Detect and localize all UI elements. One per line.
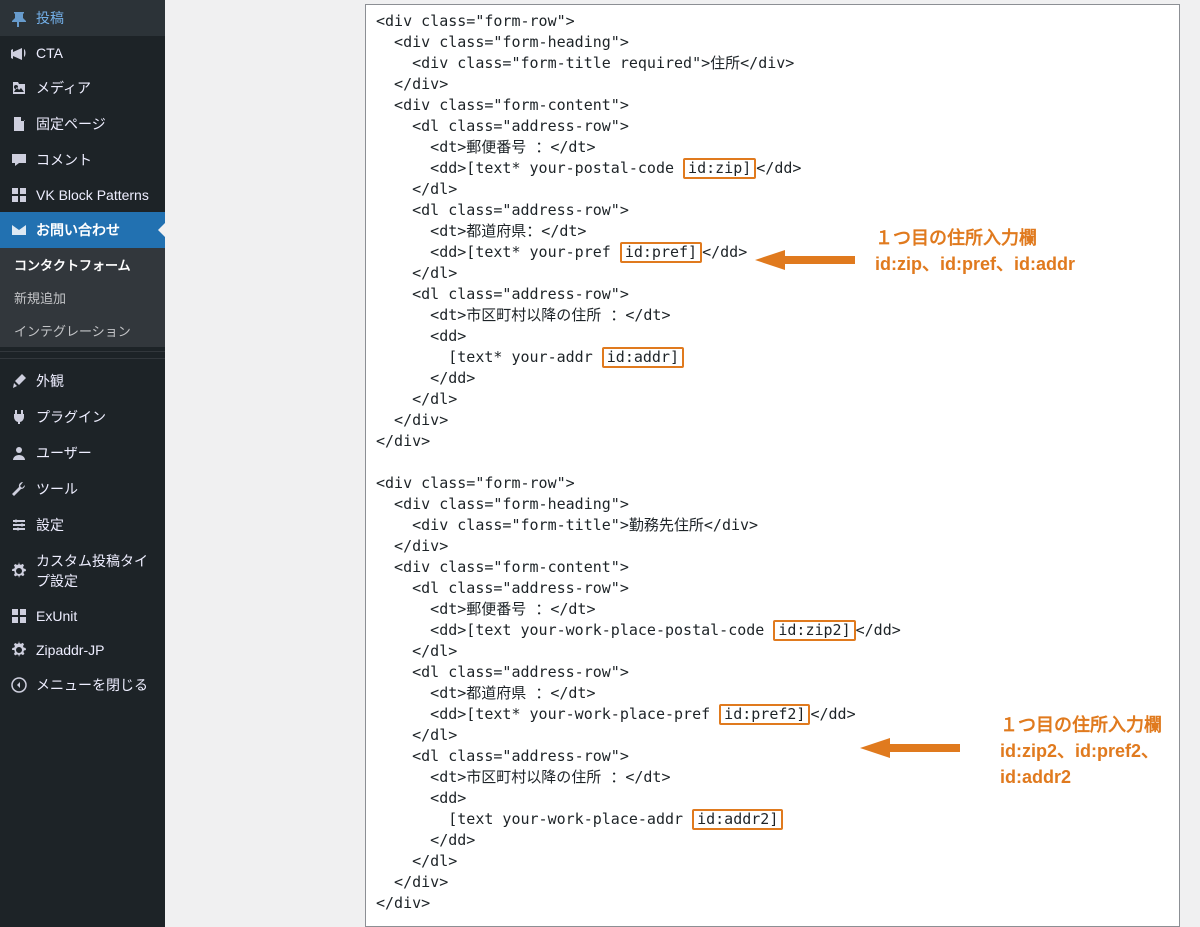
sidebar-item-zipaddr[interactable]: Zipaddr-JP — [0, 633, 165, 667]
sidebar-item-vk-patterns[interactable]: VK Block Patterns — [0, 178, 165, 212]
submenu-integration[interactable]: インテグレーション — [0, 314, 165, 347]
wrench-icon — [10, 480, 28, 498]
collapse-icon — [10, 676, 28, 694]
sidebar-item-plugins[interactable]: プラグイン — [0, 399, 165, 435]
submenu-contact-forms[interactable]: コンタクトフォーム — [0, 248, 165, 281]
sidebar-item-label: ExUnit — [36, 608, 77, 624]
sidebar-item-label: コメント — [36, 150, 92, 170]
mail-icon — [10, 221, 28, 239]
sidebar-item-label: CTA — [36, 45, 63, 61]
page-icon — [10, 115, 28, 133]
sidebar-item-label: Zipaddr-JP — [36, 642, 104, 658]
contact-submenu: コンタクトフォーム 新規追加 インテグレーション — [0, 248, 165, 347]
highlight-id-zip2: id:zip2] — [773, 620, 855, 641]
sidebar-item-media[interactable]: メディア — [0, 70, 165, 106]
sidebar-item-label: メディア — [36, 78, 91, 98]
sidebar-item-label: 外観 — [36, 371, 64, 391]
sidebar-item-cta[interactable]: CTA — [0, 36, 165, 70]
highlight-id-pref2: id:pref2] — [719, 704, 810, 725]
form-template-editor[interactable]: <div class="form-row"> <div class="form-… — [365, 4, 1180, 927]
sidebar-item-users[interactable]: ユーザー — [0, 435, 165, 471]
sidebar-item-contact[interactable]: お問い合わせ — [0, 212, 165, 248]
user-icon — [10, 444, 28, 462]
sidebar-item-comments[interactable]: コメント — [0, 142, 165, 178]
menu-separator — [0, 351, 165, 359]
gear-icon — [10, 641, 28, 659]
grid-icon — [10, 607, 28, 625]
brush-icon — [10, 372, 28, 390]
highlight-id-zip: id:zip] — [683, 158, 756, 179]
main-content: <div class="form-row"> <div class="form-… — [165, 0, 1200, 927]
highlight-id-pref: id:pref] — [620, 242, 702, 263]
comment-icon — [10, 151, 28, 169]
sidebar-item-settings[interactable]: 設定 — [0, 507, 165, 543]
sidebar-item-posts[interactable]: 投稿 — [0, 0, 165, 36]
megaphone-icon — [10, 44, 28, 62]
submenu-add-new[interactable]: 新規追加 — [0, 281, 165, 314]
sidebar-item-appearance[interactable]: 外観 — [0, 363, 165, 399]
sidebar-item-label: お問い合わせ — [36, 220, 120, 240]
sidebar-item-collapse[interactable]: メニューを閉じる — [0, 667, 165, 703]
sidebar-item-tools[interactable]: ツール — [0, 471, 165, 507]
gear-icon — [10, 562, 28, 580]
sidebar-item-label: ツール — [36, 479, 78, 499]
sidebar-item-label: カスタム投稿タイプ設定 — [36, 551, 155, 591]
sidebar-item-label: VK Block Patterns — [36, 187, 149, 203]
sidebar-item-exunit[interactable]: ExUnit — [0, 599, 165, 633]
sidebar-item-pages[interactable]: 固定ページ — [0, 106, 165, 142]
sidebar-item-label: プラグイン — [36, 407, 106, 427]
sidebar-item-label: 投稿 — [36, 8, 64, 28]
code-content: <div class="form-row"> <div class="form-… — [376, 11, 1169, 914]
highlight-id-addr2: id:addr2] — [692, 809, 783, 830]
sidebar-item-label: メニューを閉じる — [36, 675, 148, 695]
sidebar-item-label: 固定ページ — [36, 114, 106, 134]
admin-sidebar: 投稿 CTA メディア固定ページコメント VK Block Patterns お問い合わ… — [0, 0, 165, 927]
sidebar-item-label: 設定 — [36, 515, 64, 535]
grid-icon — [10, 186, 28, 204]
sidebar-item-cpt[interactable]: カスタム投稿タイプ設定 — [0, 543, 165, 599]
pin-icon — [10, 9, 28, 27]
plug-icon — [10, 408, 28, 426]
media-icon — [10, 79, 28, 97]
app-root: 投稿 CTA メディア固定ページコメント VK Block Patterns お問い合わ… — [0, 0, 1200, 927]
sidebar-item-label: ユーザー — [36, 443, 92, 463]
highlight-id-addr: id:addr] — [602, 347, 684, 368]
sliders-icon — [10, 516, 28, 534]
